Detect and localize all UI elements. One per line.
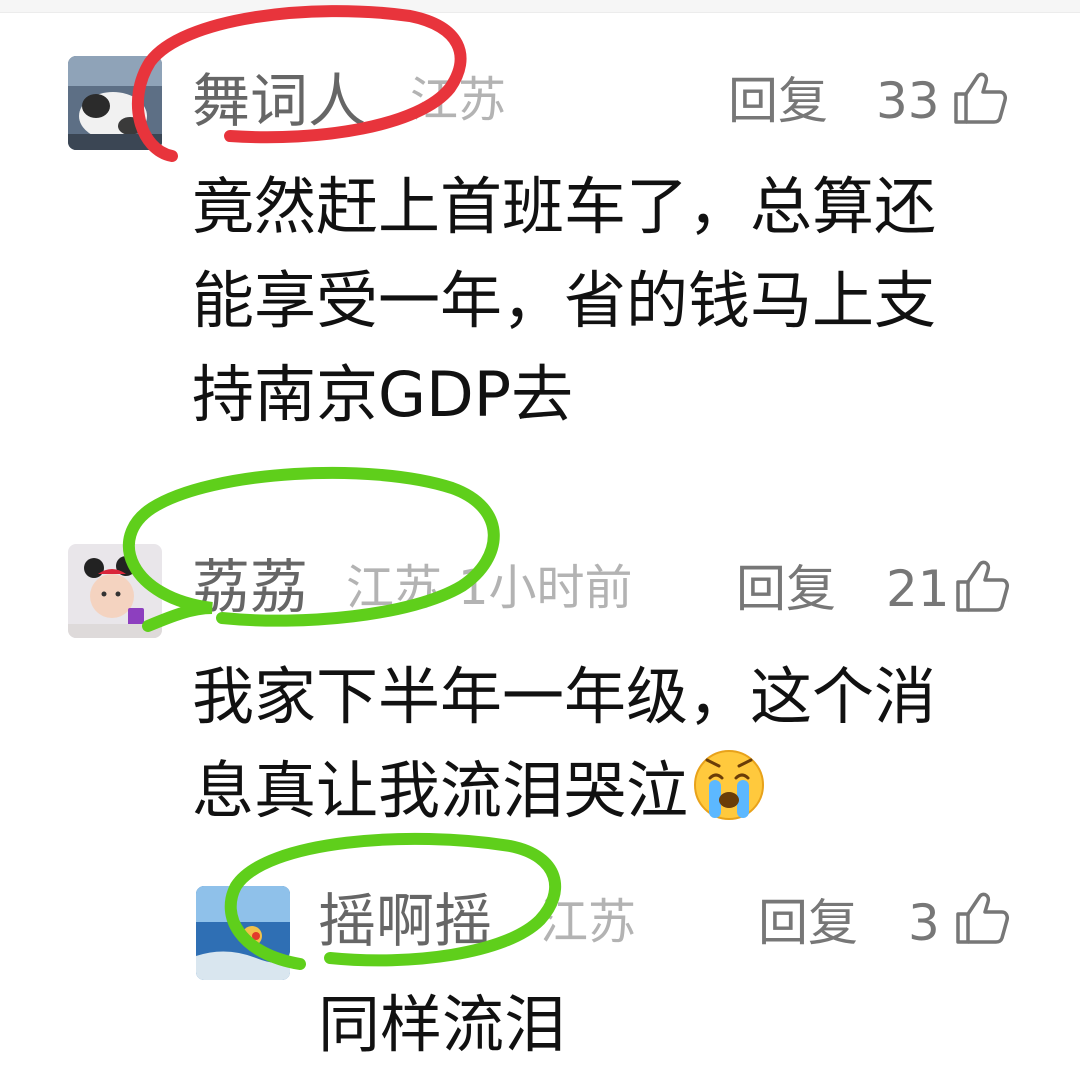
- comment-line: 我家下半年一年级，这个消: [192, 660, 937, 733]
- comment-line: 持南京GDP去: [192, 358, 574, 431]
- comment-text: 同样流泪: [318, 978, 566, 1072]
- thumbs-up-icon[interactable]: [952, 70, 1008, 126]
- like-count: 21: [886, 560, 950, 618]
- like-count: 3: [908, 894, 940, 952]
- username[interactable]: 摇啊摇: [318, 892, 492, 950]
- reply-button[interactable]: 回复: [736, 564, 836, 614]
- username[interactable]: 荔荔: [192, 558, 308, 616]
- avatar[interactable]: [68, 56, 162, 150]
- comment-line-text: 息真让我流泪哭泣: [192, 754, 689, 827]
- user-location: 江苏: [346, 560, 443, 616]
- avatar[interactable]: [196, 886, 290, 980]
- comment-line: 息真让我流泪哭泣: [192, 744, 936, 838]
- top-divider: [0, 0, 1080, 13]
- comment-text: 我家下半年一年级，这个消 息真让我流泪哭泣: [192, 650, 936, 838]
- username[interactable]: 舞词人: [192, 72, 366, 130]
- green-highlight-circle: [122, 466, 500, 632]
- comment-line: 能享受一年，省的钱马上支: [192, 264, 937, 337]
- comment-time: 1小时前: [458, 560, 633, 616]
- like-count: 33: [876, 72, 940, 130]
- user-location: 江苏: [540, 894, 637, 950]
- user-location: 江苏: [410, 72, 507, 128]
- thumbs-up-icon[interactable]: [954, 558, 1010, 614]
- thumbs-up-icon[interactable]: [954, 890, 1010, 946]
- comment-line: 竟然赶上首班车了，总算还: [192, 170, 937, 243]
- comment-text: 竟然赶上首班车了，总算还 能享受一年，省的钱马上支 持南京GDP去: [192, 160, 936, 442]
- loudly-crying-face-icon: [694, 750, 765, 820]
- reply-button[interactable]: 回复: [758, 898, 858, 948]
- reply-button[interactable]: 回复: [728, 76, 828, 126]
- comment-line: 同样流泪: [318, 988, 567, 1061]
- avatar[interactable]: [68, 544, 162, 638]
